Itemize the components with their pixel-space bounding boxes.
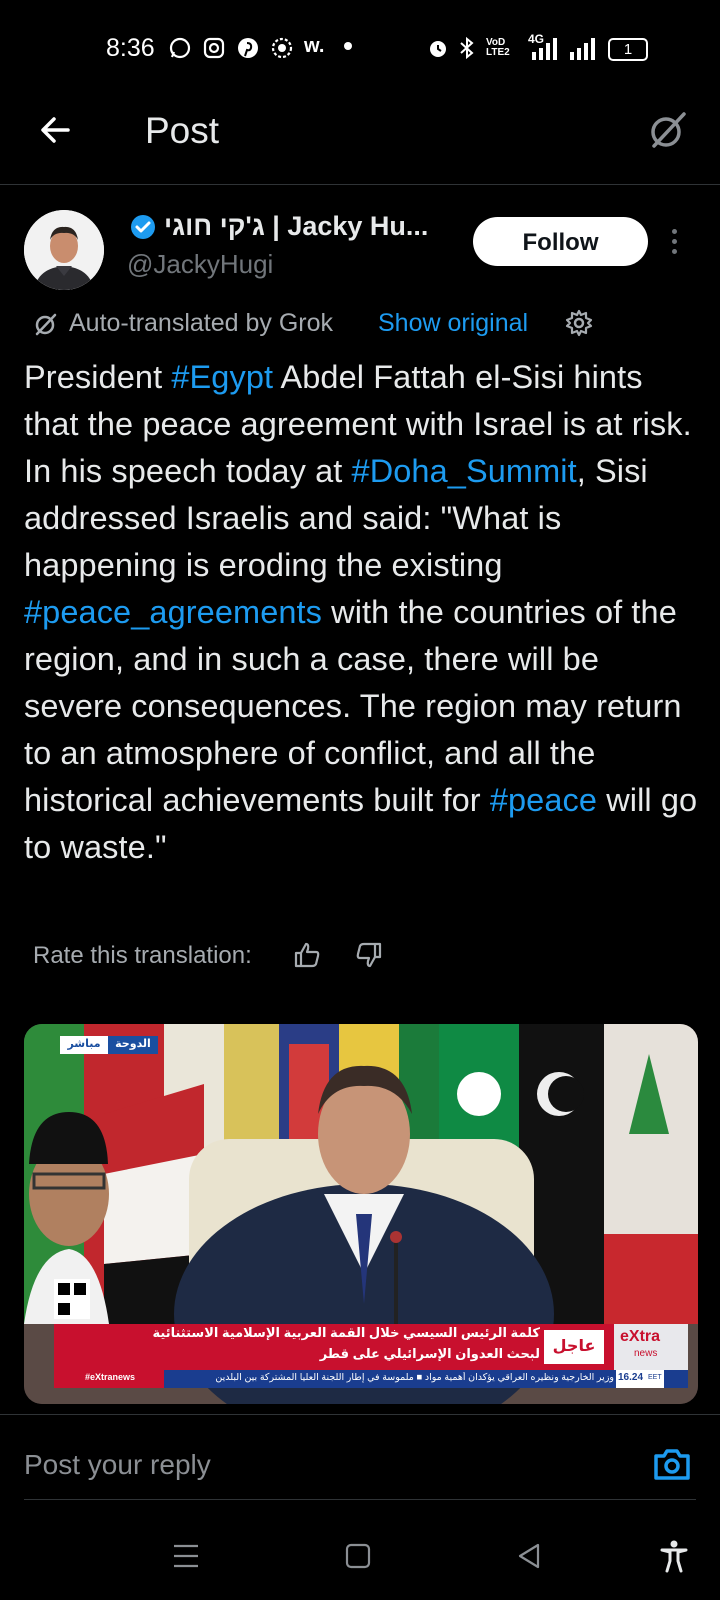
status-bar: 8:36 w. VoD LTE2 4G 1	[0, 0, 720, 96]
hashtag-label: #eXtranews	[84, 1372, 136, 1382]
header-divider	[0, 184, 720, 185]
post-text: President #Egypt Abdel Fattah el-Sisi hi…	[24, 354, 704, 871]
auto-translated-label: Auto-translated by Grok	[69, 309, 334, 337]
status-time: 8:36	[106, 34, 155, 62]
channel-logo: eXtra	[620, 1328, 661, 1345]
breaking-label: عاجل	[552, 1338, 596, 1355]
live-label: مباشر	[67, 1038, 101, 1050]
hashtag-link[interactable]: #peace_agreements	[24, 594, 322, 630]
menu-icon[interactable]	[166, 1536, 206, 1576]
gear-icon[interactable]	[565, 309, 593, 337]
alarm-icon	[430, 41, 446, 57]
show-original-link[interactable]: Show original	[378, 309, 528, 338]
clock-zone: EET	[648, 1374, 662, 1381]
whatsapp-icon	[169, 37, 191, 59]
hashtag-link[interactable]: #Egypt	[171, 359, 273, 395]
channel-sub: news	[634, 1348, 658, 1359]
live-location: الدوحة	[115, 1038, 151, 1050]
thumbs-down-icon[interactable]	[354, 940, 384, 970]
post-text-segment: President	[24, 359, 172, 395]
author-name[interactable]: ג'קי חוגי | Jacky Hu...	[164, 211, 428, 242]
accessibility-icon[interactable]	[654, 1536, 694, 1576]
camera-icon[interactable]	[652, 1446, 692, 1482]
headline-line2: لبحث العدوان الإسرائيلي على قطر	[319, 1346, 540, 1361]
bluetooth-icon	[460, 36, 474, 60]
headline-line1: كلمة الرئيس السيسي خلال القمة العربية ال…	[152, 1325, 540, 1340]
notification-dot-icon	[344, 42, 352, 50]
back-arrow-icon[interactable]	[34, 108, 78, 152]
reply-underline	[24, 1499, 696, 1500]
volte-icon: VoD LTE2	[486, 37, 510, 58]
post-image[interactable]: مباشر الدوحة كلمة الرئيس السيسي خلال الق…	[24, 1024, 698, 1404]
avatar[interactable]	[24, 210, 104, 290]
more-icon[interactable]	[666, 224, 682, 260]
battery-icon: 1	[608, 38, 648, 61]
signal-icon-2	[570, 38, 595, 60]
instagram-icon	[203, 37, 225, 59]
signal-icon-1	[532, 38, 557, 60]
rate-translation-label: Rate this translation:	[33, 942, 252, 969]
hashtag-link[interactable]: #peace	[490, 782, 597, 818]
reply-input[interactable]: Post your reply	[24, 1449, 211, 1481]
back-triangle-icon[interactable]	[510, 1536, 550, 1576]
clock-label: 16.24	[618, 1372, 644, 1383]
pinterest-icon	[238, 38, 258, 58]
w-app-icon: w.	[304, 35, 325, 57]
page-title: Post	[145, 110, 220, 151]
app-icon	[271, 37, 293, 59]
grok-icon[interactable]	[646, 108, 690, 152]
thumbs-up-icon[interactable]	[292, 940, 322, 970]
follow-button[interactable]: Follow	[473, 217, 648, 266]
author-handle[interactable]: @JackyHugi	[127, 249, 273, 280]
reply-divider	[0, 1414, 720, 1415]
ticker-text: وزير الخارجية ونظيره العراقي يؤكدان أهمي…	[215, 1372, 614, 1383]
home-square-icon[interactable]	[338, 1536, 378, 1576]
verified-badge-icon	[131, 215, 155, 239]
grok-small-icon	[35, 313, 57, 336]
hashtag-link[interactable]: #Doha_Summit	[352, 453, 577, 489]
